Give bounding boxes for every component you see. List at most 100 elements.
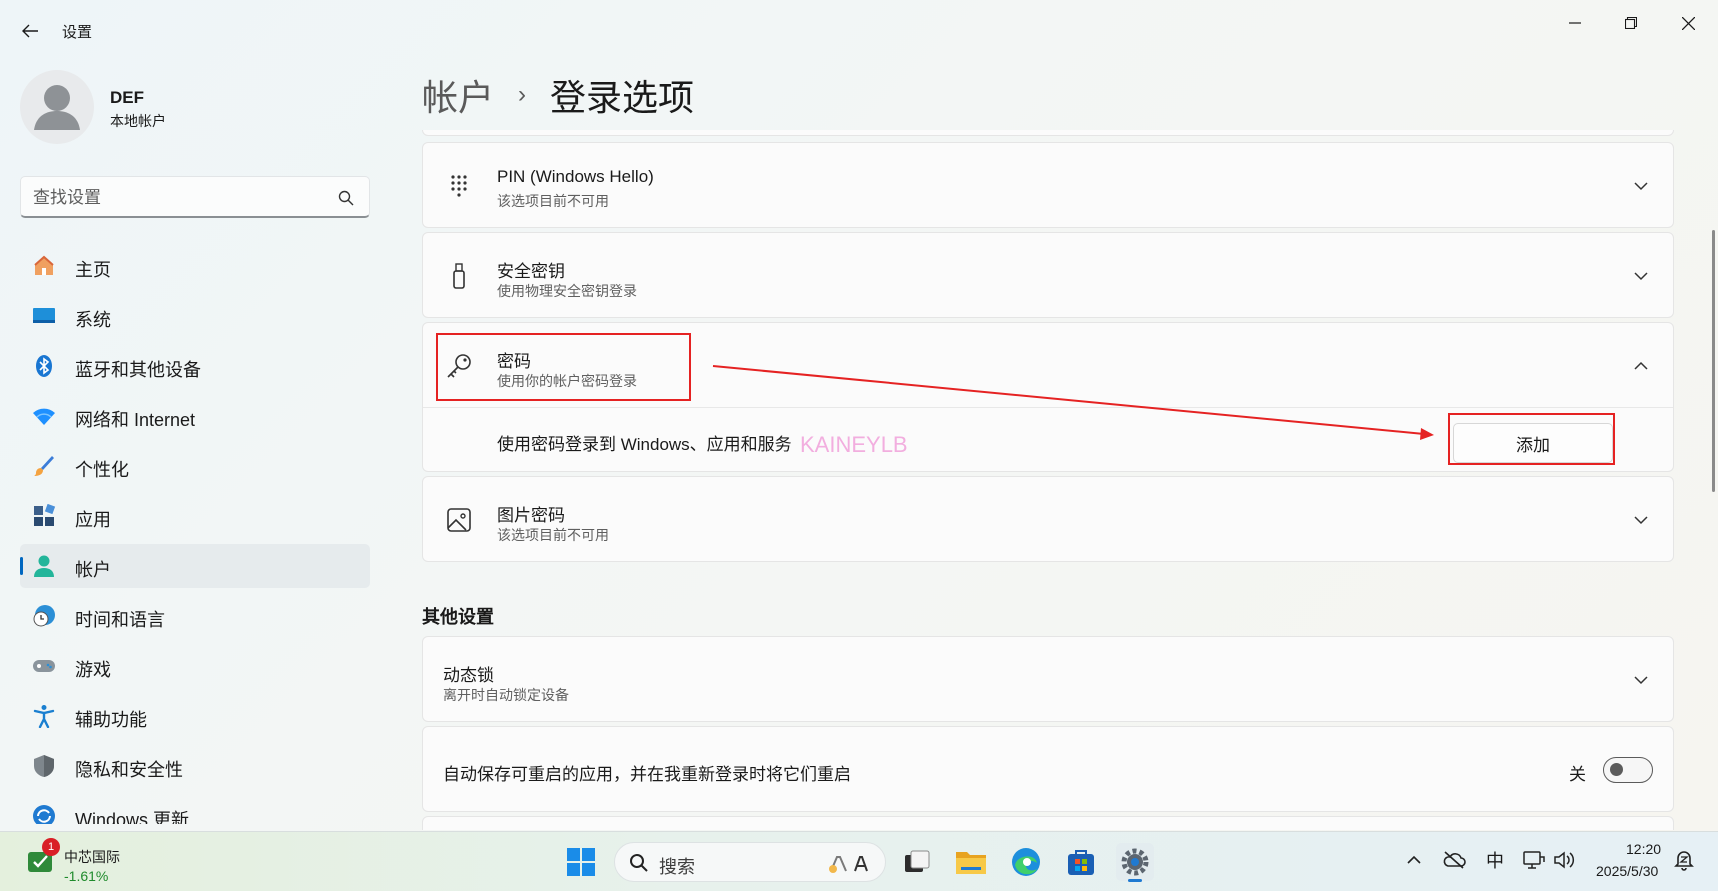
taskbar-search[interactable]: 搜索	[614, 842, 886, 882]
volume-tray-button[interactable]	[1553, 848, 1577, 872]
search-highlight-icon	[829, 856, 868, 873]
picture-password-title: 图片密码	[497, 506, 565, 525]
sidebar-item-apps[interactable]: 应用	[20, 494, 370, 538]
notification-bell-icon	[1674, 851, 1694, 871]
security-key-title: 安全密钥	[497, 262, 565, 281]
breadcrumb-parent[interactable]: 帐户	[422, 69, 494, 121]
edge-button[interactable]	[1007, 843, 1045, 881]
chevron-down-icon[interactable]	[1631, 176, 1651, 196]
default-user-icon	[34, 85, 80, 130]
sidebar-item-gaming[interactable]: 游戏	[20, 644, 370, 688]
chevron-down-icon[interactable]	[1631, 266, 1651, 286]
avatar	[20, 70, 94, 144]
clock-globe-icon	[33, 605, 55, 627]
sidebar-item-home[interactable]: 主页	[20, 244, 370, 288]
ime-indicator[interactable]: 中	[1483, 848, 1507, 872]
wifi-icon	[33, 408, 55, 425]
account-icon	[34, 555, 54, 577]
update-icon	[33, 805, 55, 824]
taskbar-search-label: 搜索	[659, 857, 695, 877]
shield-icon	[34, 755, 54, 777]
restart-apps-card[interactable]: 自动保存可重启的应用，并在我重新登录时将它们重启 关	[422, 726, 1674, 812]
sidebar-item-system[interactable]: 系统	[20, 294, 370, 338]
sidebar-item-privacy[interactable]: 隐私和安全性	[20, 744, 370, 788]
notification-badge: 1	[42, 838, 60, 856]
show-hidden-icons-button[interactable]	[1402, 848, 1426, 872]
brush-icon	[34, 456, 54, 476]
active-indicator	[20, 557, 23, 575]
sidebar-item-network[interactable]: 网络和 Internet	[20, 394, 370, 438]
sidebar-item-personalization[interactable]: 个性化	[20, 444, 370, 488]
active-app-indicator	[1128, 879, 1142, 882]
page-title: 登录选项	[550, 77, 695, 118]
keypad-icon	[451, 175, 467, 197]
search-icon[interactable]	[337, 189, 355, 207]
security-key-card[interactable]: 安全密钥 使用物理安全密钥登录	[422, 232, 1674, 318]
sidebar-item-accessibility[interactable]: 辅助功能	[20, 694, 370, 738]
volume-icon	[1554, 851, 1575, 869]
settings-app-button[interactable]	[1116, 843, 1154, 882]
notification-center-button[interactable]	[1672, 848, 1696, 872]
edge-icon	[1012, 848, 1040, 876]
chevron-up-icon[interactable]	[1631, 356, 1651, 376]
picture-password-subtitle: 该选项目前不可用	[497, 527, 609, 543]
minimize-icon	[1569, 22, 1581, 24]
sidebar-item-bluetooth[interactable]: 蓝牙和其他设备	[20, 344, 370, 388]
cloud-offline-icon	[1443, 851, 1466, 869]
user-profile[interactable]: DEF 本地帐户	[20, 70, 350, 146]
highlight-box-password	[436, 333, 691, 401]
file-explorer-button[interactable]	[952, 843, 990, 881]
chevron-down-icon[interactable]	[1631, 510, 1651, 530]
bluetooth-icon	[36, 355, 52, 377]
sidebar-item-windows-update[interactable]: Windows 更新	[20, 794, 370, 824]
close-button[interactable]	[1668, 8, 1708, 38]
start-button[interactable]	[562, 843, 600, 881]
start-icon	[567, 848, 595, 876]
ime-label: 中	[1486, 851, 1504, 871]
restore-icon	[1625, 17, 1637, 29]
chevron-up-icon	[1407, 855, 1421, 864]
content-area[interactable]: PIN (Windows Hello) 该选项目前不可用 安全密钥 使用物理安全…	[422, 130, 1674, 830]
user-name: DEF	[110, 88, 144, 107]
title-bar: 设置	[0, 0, 1718, 60]
pin-card[interactable]: PIN (Windows Hello) 该选项目前不可用	[422, 142, 1674, 228]
network-tray-button[interactable]	[1522, 848, 1546, 872]
minimize-button[interactable]	[1555, 8, 1595, 38]
store-button[interactable]	[1062, 843, 1100, 881]
divider	[423, 407, 1673, 408]
close-icon	[1681, 16, 1695, 30]
pin-subtitle: 该选项目前不可用	[497, 193, 609, 209]
sidebar-item-time-language[interactable]: 时间和语言	[20, 594, 370, 638]
breadcrumb-separator: ›	[518, 81, 527, 108]
stock-change: -1.61%	[64, 868, 109, 884]
security-key-subtitle: 使用物理安全密钥登录	[497, 283, 637, 299]
sidebar-item-accounts[interactable]: 帐户	[20, 544, 370, 588]
store-icon	[1068, 850, 1094, 875]
search-icon	[630, 854, 648, 872]
apps-icon	[34, 504, 56, 526]
gamepad-icon	[33, 660, 55, 672]
chevron-down-icon[interactable]	[1631, 670, 1651, 690]
restart-apps-toggle[interactable]	[1603, 757, 1653, 783]
task-view-icon	[905, 850, 930, 872]
clock-time[interactable]: 12:20	[1626, 841, 1661, 857]
dynamic-lock-card[interactable]: 动态锁 离开时自动锁定设备	[422, 636, 1674, 722]
breadcrumb: 帐户 › 登录选项	[422, 70, 694, 120]
search-input[interactable]	[33, 186, 333, 210]
task-view-button[interactable]	[898, 843, 936, 881]
home-icon	[34, 255, 54, 275]
restore-button[interactable]	[1611, 8, 1651, 38]
clock-date[interactable]: 2025/5/30	[1596, 863, 1658, 879]
stock-widget[interactable]: 1 中芯国际 -1.61%	[26, 838, 176, 886]
accessibility-icon	[33, 705, 55, 728]
next-card[interactable]	[422, 816, 1674, 830]
picture-icon	[447, 508, 471, 532]
previous-card[interactable]	[422, 130, 1674, 136]
password-detail-text: 使用密码登录到 Windows、应用和服务	[497, 435, 792, 454]
scrollbar[interactable]	[1712, 230, 1715, 492]
back-button[interactable]	[16, 18, 44, 44]
dynamic-lock-title: 动态锁	[443, 666, 494, 685]
picture-password-card[interactable]: 图片密码 该选项目前不可用	[422, 476, 1674, 562]
onedrive-tray-button[interactable]	[1442, 848, 1466, 872]
settings-search[interactable]	[20, 176, 370, 218]
